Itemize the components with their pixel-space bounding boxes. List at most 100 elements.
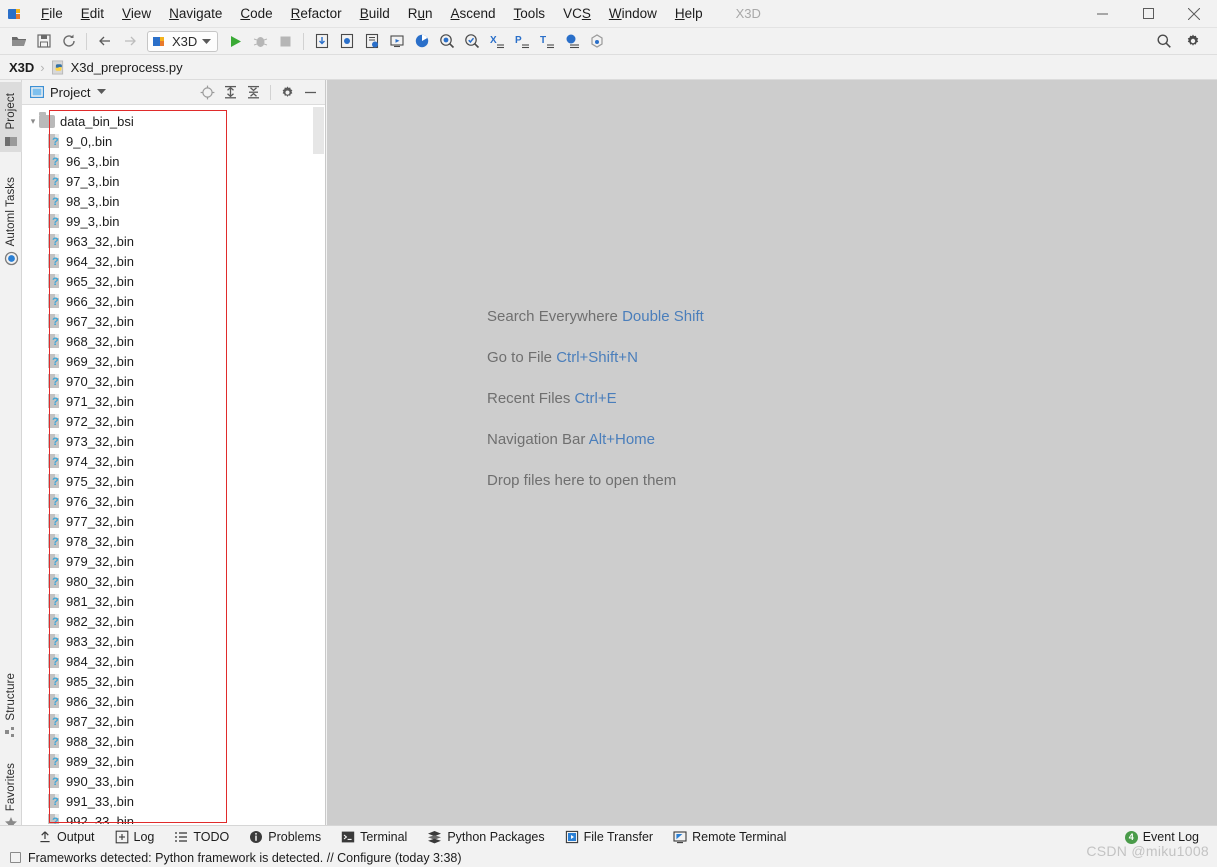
tree-row-file[interactable]: ? 992_33,.bin	[22, 811, 325, 824]
tree-row-file[interactable]: ? 977_32,.bin	[22, 511, 325, 531]
sidebar-item-favorites[interactable]: Favorites	[0, 752, 22, 834]
chip-icon[interactable]	[584, 30, 609, 53]
tree-scrollbar[interactable]	[312, 105, 325, 824]
tree-row-file[interactable]: ? 965_32,.bin	[22, 271, 325, 291]
tree-row-file[interactable]: ? 984_32,.bin	[22, 651, 325, 671]
pie-icon[interactable]	[409, 30, 434, 53]
tree-row-file[interactable]: ? 987_32,.bin	[22, 711, 325, 731]
tree-row-file[interactable]: ? 976_32,.bin	[22, 491, 325, 511]
tree-row-file[interactable]: ? 99_3,.bin	[22, 211, 325, 231]
locate-target-icon[interactable]	[197, 82, 218, 103]
download-box-icon[interactable]	[309, 30, 334, 53]
convert-t-icon[interactable]: T	[534, 30, 559, 53]
notification-icon[interactable]	[10, 852, 21, 863]
menu-item-help[interactable]: Help	[666, 2, 712, 25]
menu-item-edit[interactable]: Edit	[72, 2, 113, 25]
tree-row-file[interactable]: ? 981_32,.bin	[22, 591, 325, 611]
menu-item-code[interactable]: Code	[231, 2, 281, 25]
tree-row-file[interactable]: ? 989_32,.bin	[22, 751, 325, 771]
project-file-tree[interactable]: ▾ data_bin_bsi? 9_0,.bin? 96_3,.bin? 97_3,.b…	[22, 105, 325, 824]
tree-row-file[interactable]: ? 991_33,.bin	[22, 791, 325, 811]
tree-row-file[interactable]: ? 973_32,.bin	[22, 431, 325, 451]
sidebar-item-project[interactable]: Project	[0, 82, 22, 152]
tree-row-file[interactable]: ? 985_32,.bin	[22, 671, 325, 691]
convert-x-icon[interactable]: X	[484, 30, 509, 53]
tree-row-file[interactable]: ? 970_32,.bin	[22, 371, 325, 391]
menu-item-window[interactable]: Window	[600, 2, 666, 25]
close-icon[interactable]	[1171, 0, 1217, 28]
back-arrow-icon[interactable]	[92, 30, 117, 53]
editor-empty-area[interactable]: Search Everywhere Double Shift Go to File…	[327, 80, 1217, 825]
maximize-icon[interactable]	[1125, 0, 1171, 28]
settings-gear-icon[interactable]	[277, 82, 298, 103]
bottom-item-problems[interactable]: Problems	[239, 826, 331, 849]
chevron-expanded-icon[interactable]: ▾	[27, 116, 39, 127]
compare-search-icon[interactable]	[459, 30, 484, 53]
tree-row-file[interactable]: ? 988_32,.bin	[22, 731, 325, 751]
bottom-item-log[interactable]: Log	[105, 826, 165, 849]
tree-row-file[interactable]: ? 980_32,.bin	[22, 571, 325, 591]
tree-row-file[interactable]: ? 967_32,.bin	[22, 311, 325, 331]
tree-row-file[interactable]: ? 982_32,.bin	[22, 611, 325, 631]
breadcrumb-project[interactable]: X3D	[9, 60, 34, 75]
chevron-down-icon[interactable]	[97, 83, 107, 101]
deploy-box-icon[interactable]	[359, 30, 384, 53]
op-convert-icon[interactable]	[559, 30, 584, 53]
tree-row-file[interactable]: ? 974_32,.bin	[22, 451, 325, 471]
menu-item-file[interactable]: File	[32, 2, 72, 25]
save-all-icon[interactable]	[31, 30, 56, 53]
tree-row-file[interactable]: ? 969_32,.bin	[22, 351, 325, 371]
tree-row-file[interactable]: ? 9_0,.bin	[22, 131, 325, 151]
menu-item-ascend[interactable]: Ascend	[442, 2, 505, 25]
tree-row-file[interactable]: ? 96_3,.bin	[22, 151, 325, 171]
menu-item-refactor[interactable]: Refactor	[282, 2, 351, 25]
bottom-item-terminal[interactable]: Terminal	[331, 826, 417, 849]
menu-item-navigate[interactable]: Navigate	[160, 2, 231, 25]
menu-item-tools[interactable]: Tools	[505, 2, 555, 25]
hide-minus-icon[interactable]	[300, 82, 321, 103]
tree-row-file[interactable]: ? 968_32,.bin	[22, 331, 325, 351]
bottom-item-file-transfer[interactable]: File Transfer	[555, 826, 663, 849]
analyze-search-icon[interactable]	[434, 30, 459, 53]
settings-gear-icon[interactable]	[1180, 30, 1205, 53]
bottom-item-output[interactable]: Output	[28, 826, 105, 849]
tree-row-file[interactable]: ? 983_32,.bin	[22, 631, 325, 651]
tree-row-label: 964_32,.bin	[66, 253, 134, 269]
minimize-icon[interactable]	[1079, 0, 1125, 28]
tree-row-file[interactable]: ? 966_32,.bin	[22, 291, 325, 311]
tree-row-file[interactable]: ? 990_33,.bin	[22, 771, 325, 791]
tree-row-file[interactable]: ? 975_32,.bin	[22, 471, 325, 491]
sidebar-item-automl-tasks[interactable]: Automl Tasks	[0, 162, 22, 270]
menu-item-run[interactable]: Run	[399, 2, 442, 25]
menu-item-build[interactable]: Build	[351, 2, 399, 25]
collapse-all-icon[interactable]	[243, 82, 264, 103]
sync-refresh-icon[interactable]	[56, 30, 81, 53]
bottom-item-remote-terminal[interactable]: Remote Terminal	[663, 826, 796, 849]
menu-item-view[interactable]: View	[113, 2, 160, 25]
tree-row-file[interactable]: ? 963_32,.bin	[22, 231, 325, 251]
screen-box-icon[interactable]	[384, 30, 409, 53]
tree-row-file[interactable]: ? 972_32,.bin	[22, 411, 325, 431]
bottom-item-python-packages[interactable]: Python Packages	[417, 826, 554, 849]
tree-row-file[interactable]: ? 971_32,.bin	[22, 391, 325, 411]
convert-p-icon[interactable]: P	[509, 30, 534, 53]
tree-row-file[interactable]: ? 97_3,.bin	[22, 171, 325, 191]
expand-all-icon[interactable]	[220, 82, 241, 103]
open-folder-icon[interactable]	[6, 30, 31, 53]
run-configuration-selector[interactable]: X3D	[147, 30, 219, 52]
search-icon[interactable]	[1151, 30, 1176, 53]
unknown-binary-file-icon: ?	[48, 673, 62, 689]
tree-row-file[interactable]: ? 986_32,.bin	[22, 691, 325, 711]
tree-row-file[interactable]: ? 979_32,.bin	[22, 551, 325, 571]
tree-scrollbar-thumb[interactable]	[313, 107, 324, 154]
breadcrumb-file[interactable]: X3d_preprocess.py	[51, 60, 183, 75]
upload-box-icon[interactable]	[334, 30, 359, 53]
bottom-item-todo[interactable]: TODO	[164, 826, 239, 849]
tree-row-folder[interactable]: ▾ data_bin_bsi	[22, 111, 325, 131]
tree-row-file[interactable]: ? 964_32,.bin	[22, 251, 325, 271]
run-icon[interactable]	[223, 30, 248, 53]
menu-item-vcs[interactable]: VCS	[554, 2, 600, 25]
tree-row-file[interactable]: ? 978_32,.bin	[22, 531, 325, 551]
tree-row-file[interactable]: ? 98_3,.bin	[22, 191, 325, 211]
sidebar-item-structure[interactable]: Structure	[0, 658, 22, 744]
